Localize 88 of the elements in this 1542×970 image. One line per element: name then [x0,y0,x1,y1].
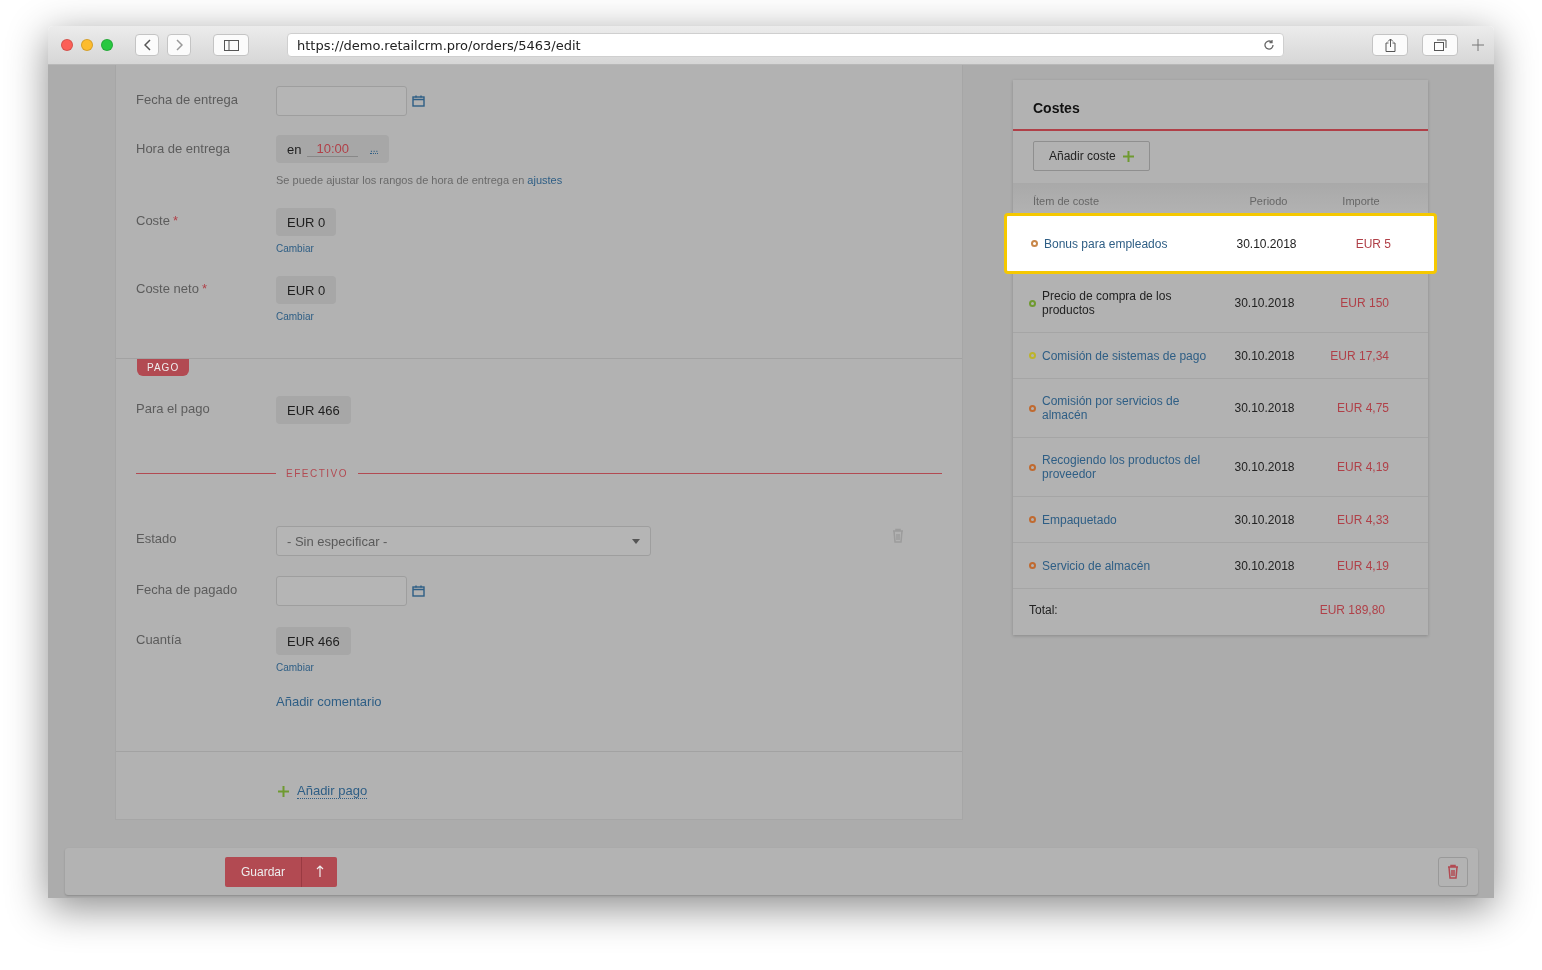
calendar-icon[interactable] [412,95,425,107]
total-label: Total: [1029,603,1058,617]
amount-value: EUR 466 [276,396,351,424]
column-header: Periodo [1248,195,1289,207]
field-label: Hora de entrega [136,140,231,158]
field-label: Coste [136,212,170,228]
cost-item-link[interactable]: Comisión por servicios de almacén [1042,394,1222,422]
change-link[interactable]: Cambiar [276,243,314,254]
time-range-field[interactable]: en 10:00 ... [276,135,390,163]
status-select[interactable]: - Sin especificar - [276,526,651,556]
amount-cell-text: EUR 4,75 [1335,401,1389,415]
cost-row[interactable]: Empaquetado 30.10.2018 EUR 4,33 [1013,497,1428,543]
period-cell-text: 30.10.2018 [1235,236,1298,251]
period-cell-text: 30.10.2018 [1233,512,1296,527]
period-cell-text: 30.10.2018 [1233,558,1296,573]
share-button[interactable] [1372,34,1408,56]
add-comment-link[interactable]: Añadir comentario [276,694,382,709]
field-label: Fecha de pagado [136,581,239,599]
cost-row[interactable]: Servicio de almacén 30.10.2018 EUR 4,19 [1013,543,1428,589]
close-button[interactable] [61,39,73,51]
card-title: Costes [1013,80,1428,131]
total-amount: EUR 189,80 [1319,603,1385,617]
amount-cell-text: EUR 5 [1354,236,1391,251]
sidebar-button[interactable] [213,34,249,56]
period-cell-text: 30.10.2018 [1233,348,1296,363]
cost-item-link[interactable]: Empaquetado [1042,512,1222,527]
field-label: Coste neto [136,280,199,296]
address-bar[interactable]: https://demo.retailcrm.pro/orders/5463/edit [287,33,1284,57]
plus-icon [1122,150,1134,162]
time-value[interactable]: 10:00 [307,141,358,157]
more-link[interactable]: ... [370,144,379,154]
section-title: EFECTIVO [286,468,348,479]
caret-icon [632,538,640,544]
share-icon [1384,38,1396,52]
cost-item-link[interactable]: Bonus para empleados [1044,236,1224,251]
calendar-icon[interactable] [412,585,425,597]
amount-cell-text: EUR 4,19 [1335,460,1389,474]
add-payment-link[interactable]: Añadir pago [297,783,368,799]
zoom-button[interactable] [101,39,113,51]
required-mark: * [172,212,179,228]
cost-row[interactable]: Comisión por servicios de almacén 30.10.2018 EUR 4,75 [1013,379,1428,438]
period-cell-text: 30.10.2018 [1233,460,1296,474]
amount-cell-text: EUR 17,34 [1329,348,1389,363]
amount-cell-text: EUR 4,33 [1335,512,1389,527]
section-tag: PAGO [137,359,190,376]
back-button[interactable] [135,34,159,56]
required-mark: * [201,280,207,296]
plus-icon [278,785,289,797]
cost-item-name: Precio de compra de los productos [1042,289,1173,317]
cost-item-link[interactable]: Servicio de almacén [1042,558,1222,573]
settings-link[interactable]: ajustes [527,174,563,186]
back-icon [143,39,151,51]
change-link[interactable]: Cambiar [276,662,314,673]
cost-row[interactable]: Recogiendo los productos del proveedor 30.10.2018 EUR 4,19 [1013,438,1428,497]
cost-row[interactable]: Bonus para empleados 30.10.2018 EUR 5 [1004,213,1437,274]
forward-button[interactable] [167,34,191,56]
time-prefix: en [287,141,302,157]
field-label: Cuantía [136,631,183,649]
cost-row[interactable]: Precio de compra de los productos 30.10.2018 EUR 150 [1013,274,1428,333]
hint-text: Se puede ajustar los rangos de hora de entrega en ajustes [276,174,563,186]
sidebar-icon [223,39,239,51]
trash-icon[interactable] [1447,864,1459,879]
field-label: Estado [136,530,178,548]
tabs-button[interactable] [1422,34,1458,56]
cost-item-link[interactable]: Recogiendo los productos del proveedor [1042,453,1222,481]
url-text: https://demo.retailcrm.pro/orders/5463/edit [297,37,581,53]
period-cell-text: 30.10.2018 [1233,401,1296,415]
forward-icon [175,39,183,51]
new-tab-icon[interactable] [1472,39,1484,51]
tabs-icon [1433,39,1447,51]
amount-value: EUR 0 [276,276,337,304]
field-label: Para el pago [136,400,211,418]
cost-item-link[interactable]: Comisión de sistemas de pago [1042,348,1222,363]
amount-value: EUR 0 [276,208,337,236]
delete-button[interactable] [1438,856,1468,887]
cost-row[interactable]: Comisión de sistemas de pago 30.10.2018 EUR 17,34 [1013,333,1428,379]
amount-cell-text: EUR 150 [1339,296,1389,310]
period-cell-text: 30.10.2018 [1233,296,1296,310]
minimize-button[interactable] [81,39,93,51]
column-header: Ítem de coste [1033,195,1101,207]
change-link[interactable]: Cambiar [276,311,314,322]
arrow-up-icon [315,865,324,878]
amount-cell-text: EUR 4,19 [1335,558,1389,573]
add-cost-button[interactable]: Añadir coste [1033,141,1150,171]
reload-icon[interactable] [1263,39,1275,51]
field-label: Fecha de entrega [136,91,239,109]
column-header: Importe [1341,195,1381,207]
amount-value: EUR 466 [276,627,351,655]
